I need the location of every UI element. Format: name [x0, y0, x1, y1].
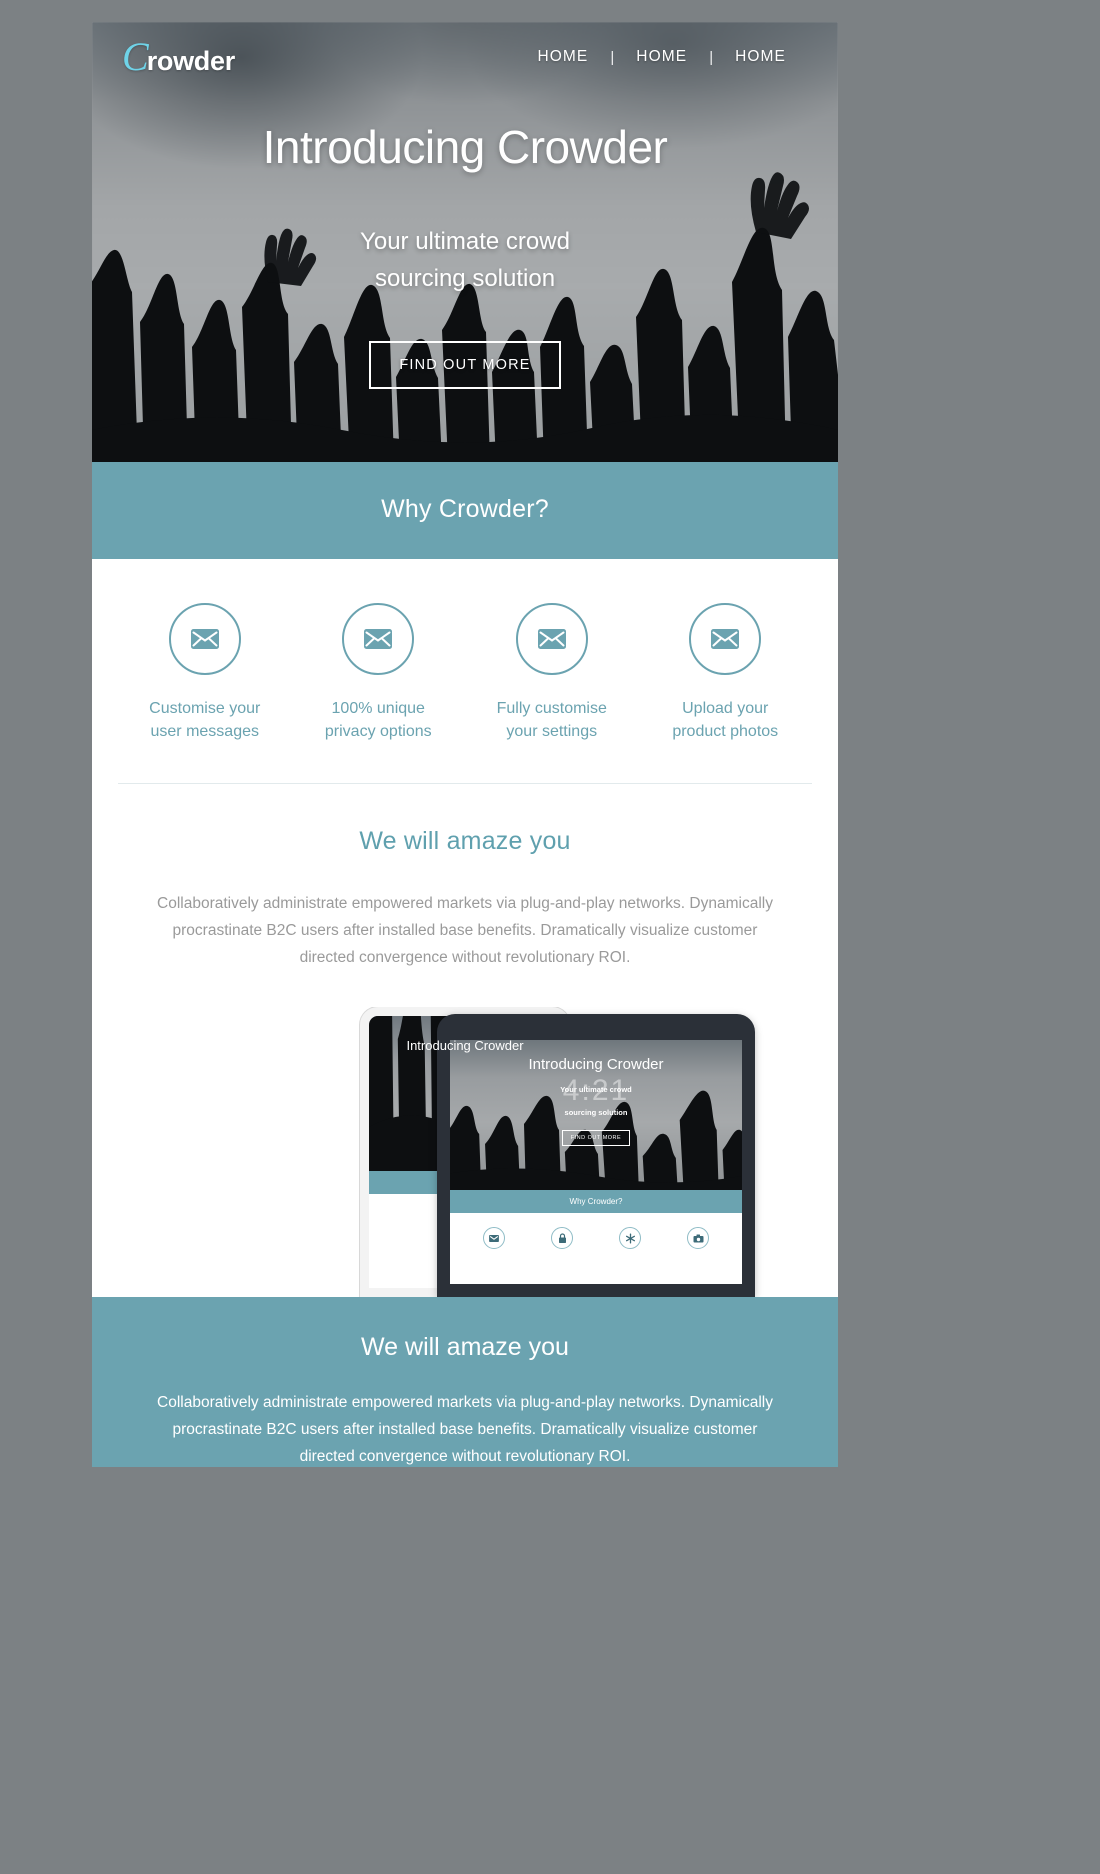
nav-item-home-3[interactable]: HOME — [713, 48, 808, 66]
device-mockups: Introducing Crowder 4:21 Introducing Cro… — [92, 1007, 838, 1298]
tablet-front-hero: 4:21 Introducing Crowder Your ultimate c… — [450, 1040, 742, 1191]
feature-label-line-1: Fully customise — [496, 700, 607, 717]
tablet-front-hero-text: Introducing Crowder Your ultimate crowd … — [450, 1056, 742, 1146]
nav-item-home-2[interactable]: HOME — [614, 48, 709, 66]
envelope-icon — [364, 629, 393, 649]
feature-label: Upload your product photos — [639, 697, 813, 743]
hero-subtitle-line-1: Your ultimate crowd — [360, 227, 570, 255]
why-crowder-band: Why Crowder? — [92, 462, 838, 559]
tablet-front-band: Why Crowder? — [450, 1190, 742, 1214]
feature-icon-circle — [515, 603, 588, 675]
feature-icon-circle — [689, 603, 762, 675]
amaze-white-section: We will amaze you Collaboratively admini… — [92, 784, 838, 972]
amaze-teal-body: Collaboratively administrate empowered m… — [157, 1394, 773, 1465]
nav-separator-1: | — [610, 48, 615, 66]
envelope-icon — [537, 629, 566, 649]
features-row: Customise your user messages 100% unique… — [92, 559, 838, 744]
feature-item[interactable]: 100% unique privacy options — [292, 603, 466, 743]
logo-wordmark: rowder — [146, 46, 236, 76]
envelope-icon — [190, 629, 219, 649]
nav-item-home-1[interactable]: HOME — [515, 48, 610, 66]
feature-label-line-2: privacy options — [324, 723, 432, 741]
amaze-white-heading: We will amaze you — [359, 827, 571, 856]
page-root: Crowder HOME | HOME | HOME Introducing C… — [0, 0, 1100, 1874]
nav-separator-2: | — [709, 48, 714, 66]
hero-title: Introducing Crowder — [262, 121, 668, 173]
feature-label-line-1: Customise your — [149, 700, 261, 717]
feature-icon-circle — [342, 603, 415, 675]
camera-icon — [687, 1227, 709, 1250]
tablet-find-out-more-button[interactable]: FIND OUT MORE — [561, 1129, 631, 1146]
lock-icon — [551, 1227, 573, 1250]
tablet-back-hero-title: Introducing Crowder — [406, 1038, 524, 1054]
tablet-front-icons — [450, 1213, 742, 1263]
logo-initial: C — [122, 34, 149, 79]
amaze-teal-heading: We will amaze you — [361, 1333, 569, 1362]
amaze-white-body: Collaboratively administrate empowered m… — [157, 895, 773, 966]
amaze-teal-section: We will amaze you Collaboratively admini… — [92, 1297, 838, 1467]
tablet-front: 4:21 Introducing Crowder Your ultimate c… — [437, 1014, 755, 1298]
feature-label: Customise your user messages — [118, 697, 292, 743]
hero-subtitle: Your ultimate crowd sourcing solution — [92, 223, 838, 297]
feature-item[interactable]: Upload your product photos — [639, 603, 813, 743]
tablet-front-hero-title: Introducing Crowder — [528, 1056, 664, 1074]
main-nav: HOME | HOME | HOME — [515, 48, 808, 66]
feature-label-line-2: product photos — [672, 723, 779, 741]
envelope-icon — [711, 629, 740, 649]
feature-label: Fully customise your settings — [465, 697, 639, 743]
logo[interactable]: Crowder — [122, 37, 235, 77]
feature-item[interactable]: Fully customise your settings — [465, 603, 639, 743]
why-crowder-heading: Why Crowder? — [381, 495, 549, 523]
feature-label-line-1: 100% unique — [331, 700, 425, 717]
tablet-front-screen: 4:21 Introducing Crowder Your ultimate c… — [450, 1040, 742, 1285]
envelope-icon — [483, 1227, 505, 1250]
hero-header: Crowder HOME | HOME | HOME — [92, 22, 838, 92]
feature-icon-circle — [168, 603, 241, 675]
feature-item[interactable]: Customise your user messages — [118, 603, 292, 743]
asterisk-icon — [619, 1227, 641, 1250]
email-canvas: Crowder HOME | HOME | HOME Introducing C… — [92, 22, 838, 1467]
tablet-front-hero-sub-1: Your ultimate crowd — [560, 1085, 632, 1095]
feature-label-line-1: Upload your — [682, 700, 769, 717]
feature-label-line-2: user messages — [150, 723, 260, 741]
hero-subtitle-line-2: sourcing solution — [374, 264, 556, 292]
feature-label: 100% unique privacy options — [292, 697, 466, 743]
feature-label-line-2: your settings — [506, 723, 598, 741]
hero-section: Crowder HOME | HOME | HOME Introducing C… — [92, 22, 838, 462]
hero-content: Introducing Crowder Your ultimate crowd … — [92, 122, 838, 389]
find-out-more-button[interactable]: FIND OUT MORE — [369, 340, 561, 389]
tablet-front-hero-sub-2: sourcing solution — [564, 1107, 628, 1117]
